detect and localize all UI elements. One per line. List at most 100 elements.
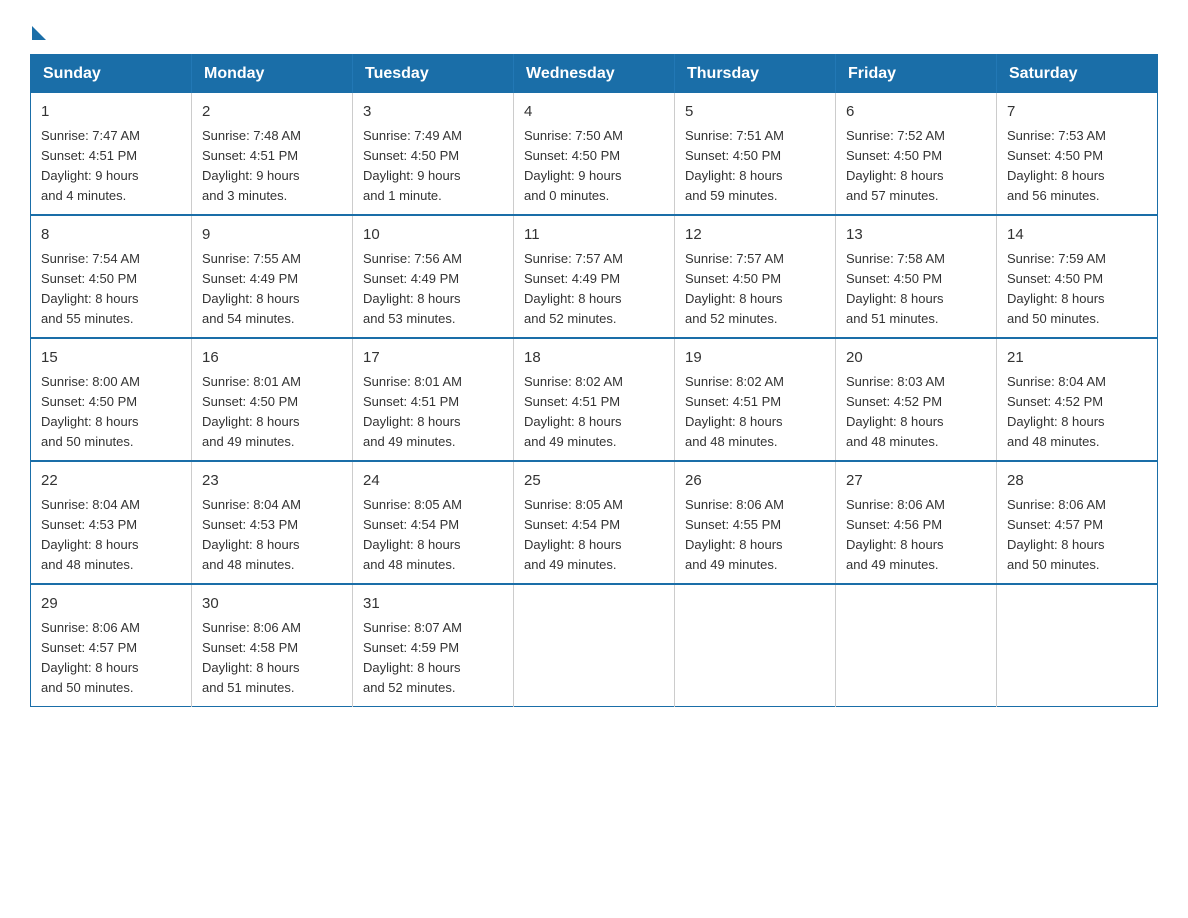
column-header-row: SundayMondayTuesdayWednesdayThursdayFrid…: [31, 55, 1158, 94]
day-info: Sunrise: 8:04 AMSunset: 4:52 PMDaylight:…: [1007, 372, 1147, 453]
calendar-cell: 22Sunrise: 8:04 AMSunset: 4:53 PMDayligh…: [31, 461, 192, 584]
day-info: Sunrise: 8:06 AMSunset: 4:57 PMDaylight:…: [41, 618, 181, 699]
day-number: 19: [685, 347, 825, 370]
calendar-cell: 30Sunrise: 8:06 AMSunset: 4:58 PMDayligh…: [192, 584, 353, 707]
day-number: 17: [363, 347, 503, 370]
day-number: 25: [524, 470, 664, 493]
day-info: Sunrise: 7:48 AMSunset: 4:51 PMDaylight:…: [202, 126, 342, 207]
week-row-4: 22Sunrise: 8:04 AMSunset: 4:53 PMDayligh…: [31, 461, 1158, 584]
day-info: Sunrise: 8:04 AMSunset: 4:53 PMDaylight:…: [41, 495, 181, 576]
calendar-cell: 14Sunrise: 7:59 AMSunset: 4:50 PMDayligh…: [997, 215, 1158, 338]
day-info: Sunrise: 7:47 AMSunset: 4:51 PMDaylight:…: [41, 126, 181, 207]
day-info: Sunrise: 8:06 AMSunset: 4:58 PMDaylight:…: [202, 618, 342, 699]
day-number: 1: [41, 101, 181, 124]
calendar-cell: 13Sunrise: 7:58 AMSunset: 4:50 PMDayligh…: [836, 215, 997, 338]
calendar-cell: 18Sunrise: 8:02 AMSunset: 4:51 PMDayligh…: [514, 338, 675, 461]
day-info: Sunrise: 7:57 AMSunset: 4:49 PMDaylight:…: [524, 249, 664, 330]
day-number: 30: [202, 593, 342, 616]
day-number: 14: [1007, 224, 1147, 247]
day-number: 20: [846, 347, 986, 370]
day-number: 12: [685, 224, 825, 247]
day-info: Sunrise: 7:51 AMSunset: 4:50 PMDaylight:…: [685, 126, 825, 207]
day-info: Sunrise: 7:54 AMSunset: 4:50 PMDaylight:…: [41, 249, 181, 330]
day-info: Sunrise: 8:01 AMSunset: 4:50 PMDaylight:…: [202, 372, 342, 453]
day-info: Sunrise: 7:53 AMSunset: 4:50 PMDaylight:…: [1007, 126, 1147, 207]
day-info: Sunrise: 8:07 AMSunset: 4:59 PMDaylight:…: [363, 618, 503, 699]
week-row-1: 1Sunrise: 7:47 AMSunset: 4:51 PMDaylight…: [31, 93, 1158, 215]
day-info: Sunrise: 7:59 AMSunset: 4:50 PMDaylight:…: [1007, 249, 1147, 330]
col-header-thursday: Thursday: [675, 55, 836, 94]
day-number: 21: [1007, 347, 1147, 370]
calendar-cell: 1Sunrise: 7:47 AMSunset: 4:51 PMDaylight…: [31, 93, 192, 215]
calendar-cell: 29Sunrise: 8:06 AMSunset: 4:57 PMDayligh…: [31, 584, 192, 707]
day-number: 3: [363, 101, 503, 124]
col-header-sunday: Sunday: [31, 55, 192, 94]
col-header-saturday: Saturday: [997, 55, 1158, 94]
day-info: Sunrise: 7:55 AMSunset: 4:49 PMDaylight:…: [202, 249, 342, 330]
day-info: Sunrise: 7:52 AMSunset: 4:50 PMDaylight:…: [846, 126, 986, 207]
calendar-cell: 20Sunrise: 8:03 AMSunset: 4:52 PMDayligh…: [836, 338, 997, 461]
calendar-cell: 5Sunrise: 7:51 AMSunset: 4:50 PMDaylight…: [675, 93, 836, 215]
col-header-tuesday: Tuesday: [353, 55, 514, 94]
calendar-cell: 7Sunrise: 7:53 AMSunset: 4:50 PMDaylight…: [997, 93, 1158, 215]
calendar-cell: 25Sunrise: 8:05 AMSunset: 4:54 PMDayligh…: [514, 461, 675, 584]
day-number: 2: [202, 101, 342, 124]
day-number: 16: [202, 347, 342, 370]
calendar-cell: 21Sunrise: 8:04 AMSunset: 4:52 PMDayligh…: [997, 338, 1158, 461]
day-info: Sunrise: 7:57 AMSunset: 4:50 PMDaylight:…: [685, 249, 825, 330]
col-header-friday: Friday: [836, 55, 997, 94]
day-number: 6: [846, 101, 986, 124]
calendar-cell: 3Sunrise: 7:49 AMSunset: 4:50 PMDaylight…: [353, 93, 514, 215]
calendar-cell: 19Sunrise: 8:02 AMSunset: 4:51 PMDayligh…: [675, 338, 836, 461]
day-number: 5: [685, 101, 825, 124]
calendar-cell: [514, 584, 675, 707]
day-number: 29: [41, 593, 181, 616]
day-info: Sunrise: 8:05 AMSunset: 4:54 PMDaylight:…: [524, 495, 664, 576]
calendar-cell: 12Sunrise: 7:57 AMSunset: 4:50 PMDayligh…: [675, 215, 836, 338]
day-info: Sunrise: 7:58 AMSunset: 4:50 PMDaylight:…: [846, 249, 986, 330]
day-number: 8: [41, 224, 181, 247]
day-number: 7: [1007, 101, 1147, 124]
day-info: Sunrise: 8:01 AMSunset: 4:51 PMDaylight:…: [363, 372, 503, 453]
day-info: Sunrise: 8:04 AMSunset: 4:53 PMDaylight:…: [202, 495, 342, 576]
day-number: 22: [41, 470, 181, 493]
calendar-cell: 17Sunrise: 8:01 AMSunset: 4:51 PMDayligh…: [353, 338, 514, 461]
day-info: Sunrise: 7:50 AMSunset: 4:50 PMDaylight:…: [524, 126, 664, 207]
day-number: 28: [1007, 470, 1147, 493]
calendar-table: SundayMondayTuesdayWednesdayThursdayFrid…: [30, 54, 1158, 707]
page-header: [30, 20, 1158, 36]
day-number: 23: [202, 470, 342, 493]
week-row-2: 8Sunrise: 7:54 AMSunset: 4:50 PMDaylight…: [31, 215, 1158, 338]
day-info: Sunrise: 8:05 AMSunset: 4:54 PMDaylight:…: [363, 495, 503, 576]
logo: [30, 20, 46, 36]
calendar-cell: 15Sunrise: 8:00 AMSunset: 4:50 PMDayligh…: [31, 338, 192, 461]
logo-arrow-icon: [32, 26, 46, 40]
day-number: 27: [846, 470, 986, 493]
day-info: Sunrise: 7:56 AMSunset: 4:49 PMDaylight:…: [363, 249, 503, 330]
calendar-cell: 28Sunrise: 8:06 AMSunset: 4:57 PMDayligh…: [997, 461, 1158, 584]
day-info: Sunrise: 8:02 AMSunset: 4:51 PMDaylight:…: [685, 372, 825, 453]
day-number: 18: [524, 347, 664, 370]
calendar-cell: [997, 584, 1158, 707]
day-number: 11: [524, 224, 664, 247]
day-number: 24: [363, 470, 503, 493]
calendar-cell: 8Sunrise: 7:54 AMSunset: 4:50 PMDaylight…: [31, 215, 192, 338]
day-number: 26: [685, 470, 825, 493]
calendar-cell: 11Sunrise: 7:57 AMSunset: 4:49 PMDayligh…: [514, 215, 675, 338]
day-info: Sunrise: 8:06 AMSunset: 4:56 PMDaylight:…: [846, 495, 986, 576]
calendar-cell: [836, 584, 997, 707]
day-info: Sunrise: 8:06 AMSunset: 4:57 PMDaylight:…: [1007, 495, 1147, 576]
day-number: 9: [202, 224, 342, 247]
calendar-cell: 9Sunrise: 7:55 AMSunset: 4:49 PMDaylight…: [192, 215, 353, 338]
calendar-cell: 2Sunrise: 7:48 AMSunset: 4:51 PMDaylight…: [192, 93, 353, 215]
day-number: 15: [41, 347, 181, 370]
col-header-monday: Monday: [192, 55, 353, 94]
day-info: Sunrise: 8:03 AMSunset: 4:52 PMDaylight:…: [846, 372, 986, 453]
week-row-3: 15Sunrise: 8:00 AMSunset: 4:50 PMDayligh…: [31, 338, 1158, 461]
calendar-cell: 16Sunrise: 8:01 AMSunset: 4:50 PMDayligh…: [192, 338, 353, 461]
calendar-cell: 10Sunrise: 7:56 AMSunset: 4:49 PMDayligh…: [353, 215, 514, 338]
day-number: 4: [524, 101, 664, 124]
calendar-cell: 31Sunrise: 8:07 AMSunset: 4:59 PMDayligh…: [353, 584, 514, 707]
day-info: Sunrise: 8:00 AMSunset: 4:50 PMDaylight:…: [41, 372, 181, 453]
day-number: 13: [846, 224, 986, 247]
